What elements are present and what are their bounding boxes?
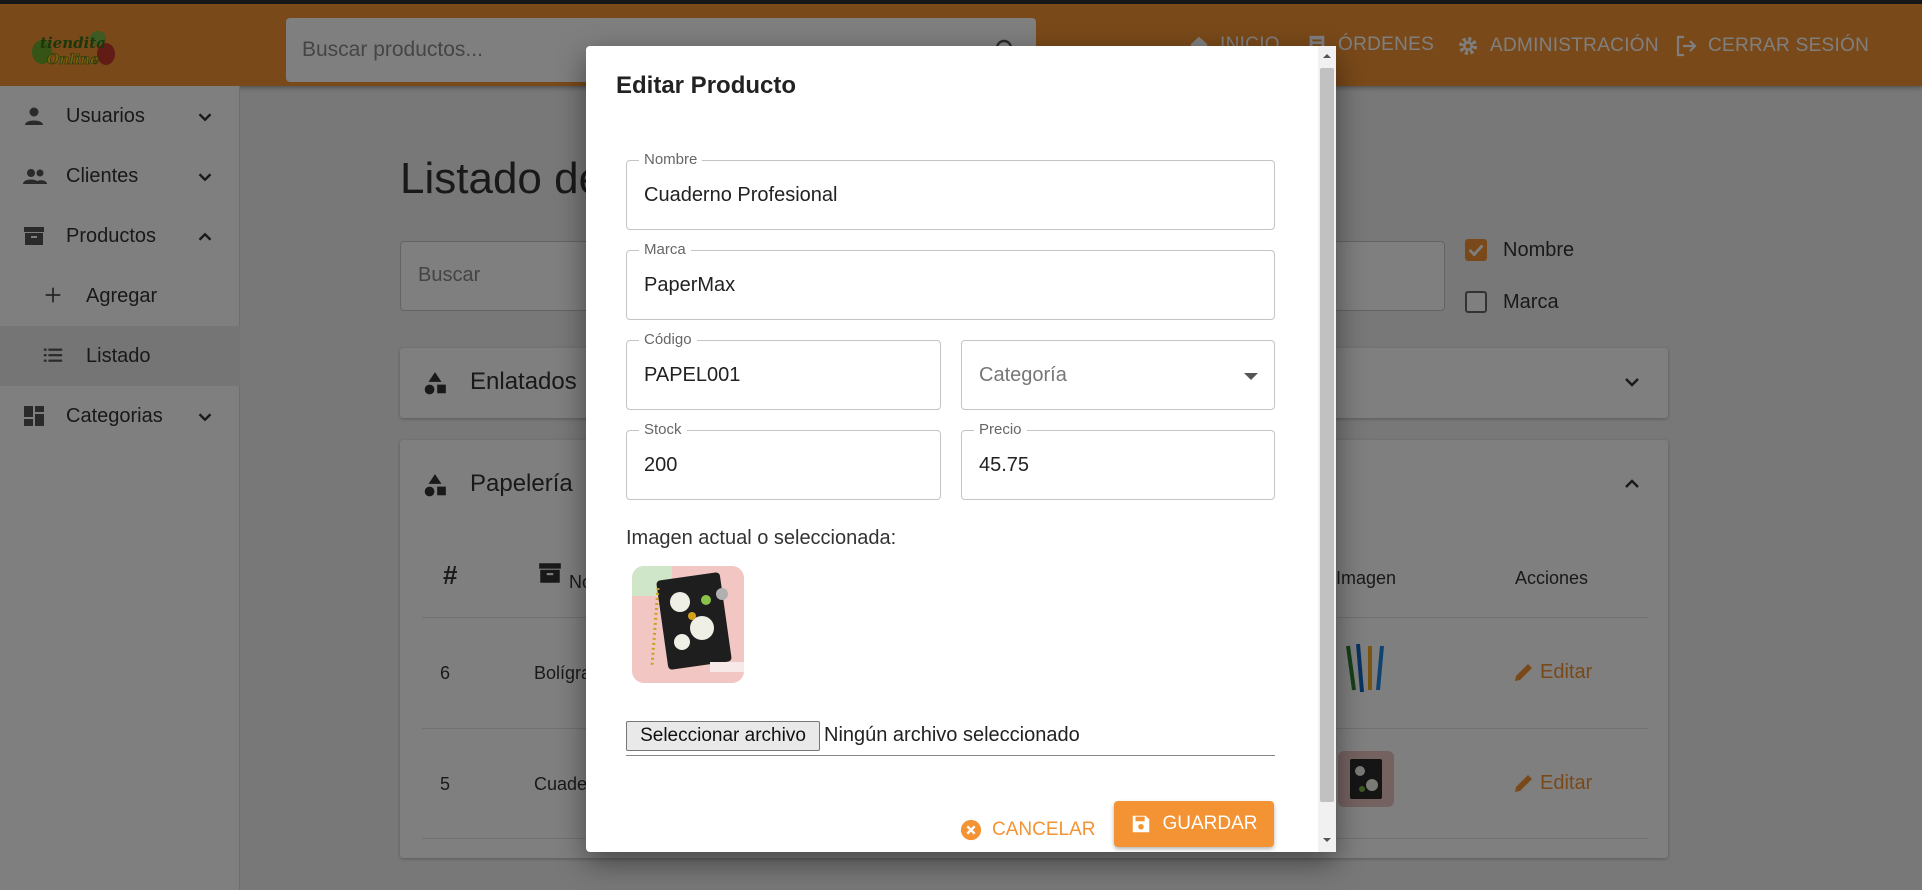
dialog-title: Editar Producto: [616, 72, 797, 99]
categoria-select[interactable]: Categoría: [961, 340, 1275, 410]
stock-field[interactable]: Stock 200: [626, 422, 941, 500]
dropdown-arrow-icon: [1244, 373, 1258, 380]
codigo-value: PAPEL001: [644, 364, 741, 386]
nombre-field[interactable]: Nombre Cuaderno Profesional: [626, 152, 1275, 230]
nombre-value: Cuaderno Profesional: [644, 184, 838, 206]
stock-value: 200: [644, 454, 678, 476]
scroll-down-arrow-icon[interactable]: [1321, 834, 1333, 846]
cancel-label: CANCELAR: [992, 819, 1096, 840]
stock-label: Stock: [639, 422, 687, 438]
cancel-circle-icon: [960, 819, 982, 841]
precio-label: Precio: [974, 422, 1027, 438]
file-input-underline: [626, 755, 1275, 756]
save-label: GUARDAR: [1162, 813, 1258, 834]
cancel-button[interactable]: CANCELAR: [960, 808, 1095, 852]
scroll-up-arrow-icon[interactable]: [1321, 50, 1333, 62]
save-button[interactable]: GUARDAR: [1114, 801, 1274, 847]
save-disk-icon: [1133, 815, 1150, 833]
marca-value: PaperMax: [644, 274, 736, 296]
precio-field[interactable]: Precio 45.75: [961, 422, 1275, 500]
product-image-preview: [632, 566, 744, 683]
image-section-label: Imagen actual o seleccionada:: [626, 527, 897, 549]
nombre-label: Nombre: [639, 152, 703, 168]
select-file-label: Seleccionar archivo: [640, 725, 806, 746]
page: tiendita Online Buscar productos... INIC…: [0, 0, 1922, 890]
categoria-placeholder: Categoría: [979, 364, 1067, 386]
codigo-label: Código: [639, 332, 697, 348]
marca-label: Marca: [639, 242, 691, 258]
edit-product-dialog: Editar Producto Nombre Cuaderno Profesio…: [586, 46, 1336, 852]
precio-value: 45.75: [979, 454, 1030, 476]
codigo-field[interactable]: Código PAPEL001: [626, 332, 941, 410]
file-status-text: Ningún archivo seleccionado: [824, 724, 1080, 746]
dialog-scrollbar-thumb[interactable]: [1320, 68, 1334, 802]
marca-field[interactable]: Marca PaperMax: [626, 242, 1275, 320]
select-file-button[interactable]: Seleccionar archivo: [626, 721, 820, 751]
